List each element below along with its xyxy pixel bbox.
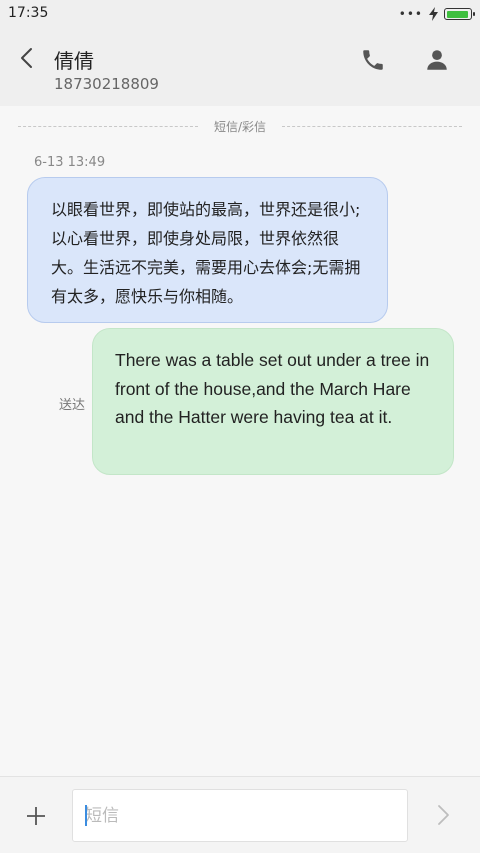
incoming-message-text: 以眼看世界，即使站的最高，世界还是很小;以心看世界，即使身处局限，世界依然很大。… (51, 200, 361, 306)
text-caret (85, 805, 87, 826)
status-time: 17:35 (8, 5, 49, 21)
channel-divider: 短信/彩信 (18, 117, 462, 135)
message-input[interactable] (72, 789, 408, 842)
contact-profile-icon[interactable] (424, 47, 450, 73)
status-bar: 17:35 ••• (0, 0, 480, 28)
battery-icon (444, 8, 475, 20)
message-timestamp: 6-13 13:49 (34, 155, 106, 170)
charging-bolt-icon (429, 7, 438, 21)
status-icons: ••• (398, 6, 475, 22)
divider-line (282, 126, 462, 127)
plus-icon[interactable] (24, 804, 48, 828)
conversation-header: 倩倩 18730218809 (0, 28, 480, 106)
send-arrow-icon[interactable] (432, 802, 456, 828)
composer-bar (0, 776, 480, 853)
phone-call-icon[interactable] (360, 47, 386, 73)
contact-phone-number: 18730218809 (54, 75, 159, 93)
more-dots-icon: ••• (398, 7, 423, 21)
sms-conversation-screen: 17:35 ••• 倩倩 18730218809 短信/彩信 6-13 13:4… (0, 0, 480, 853)
battery-level (446, 10, 469, 18)
delivery-status: 送达 (59, 398, 86, 413)
outgoing-message-bubble[interactable]: There was a table set out under a tree i… (92, 328, 454, 475)
back-arrow-icon[interactable] (14, 44, 42, 72)
outgoing-message-text: There was a table set out under a tree i… (115, 350, 430, 427)
incoming-message-bubble[interactable]: 以眼看世界，即使站的最高，世界还是很小;以心看世界，即使身处局限，世界依然很大。… (27, 177, 388, 323)
contact-name: 倩倩 (54, 49, 94, 73)
